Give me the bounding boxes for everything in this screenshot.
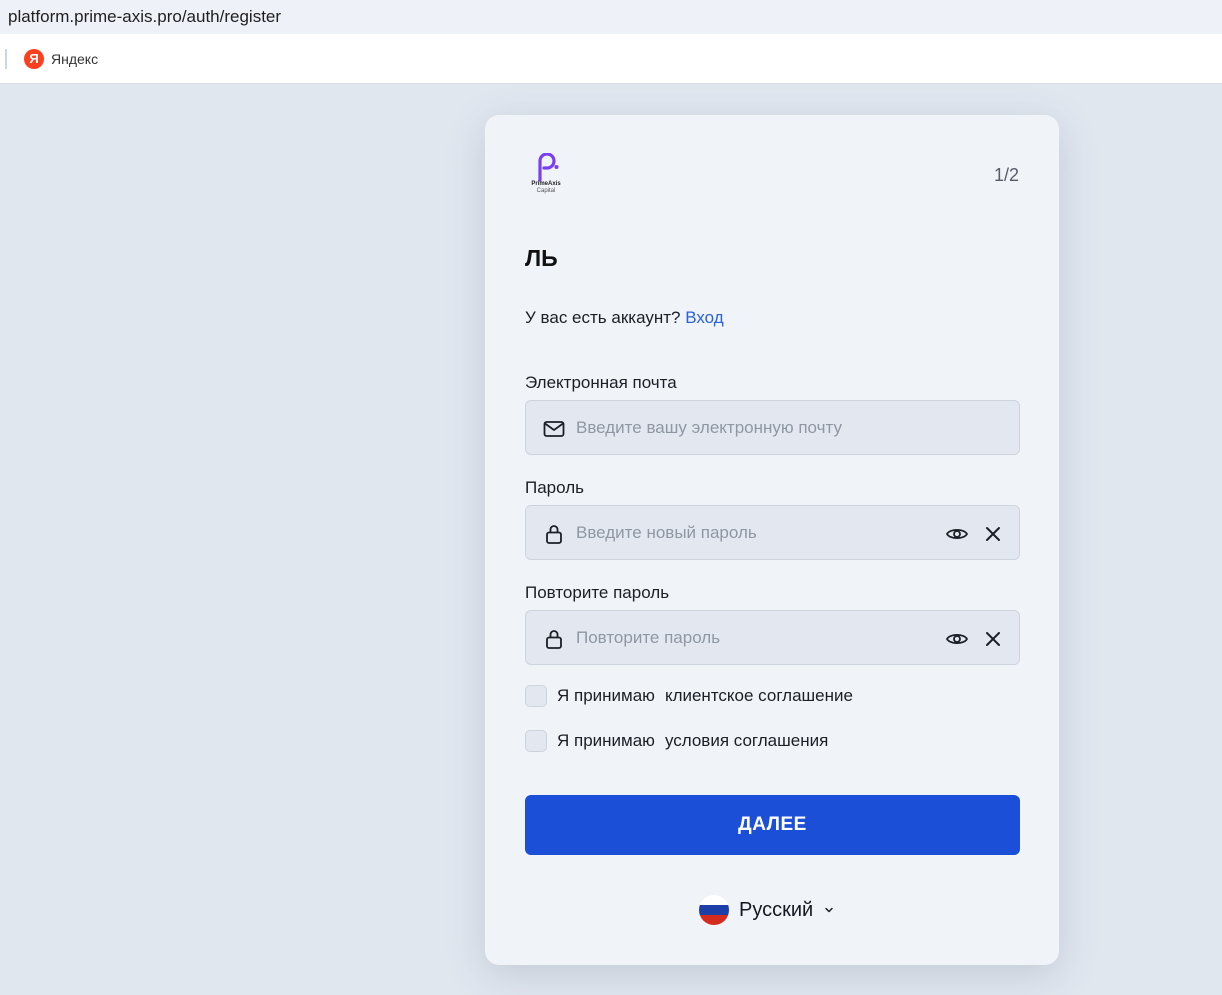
logo-mark-icon — [538, 153, 559, 182]
client-agreement-checkbox[interactable] — [525, 685, 547, 707]
register-card: PrimeAxis Capital 1/2 ЛЬ У вас есть акка… — [485, 115, 1059, 965]
client-agreement-link[interactable]: клиентское соглашение — [665, 686, 853, 706]
bookmarks-bar: Я Яндекс — [0, 34, 1222, 84]
agreement-row-client: Я принимаю клиентское соглашение — [525, 685, 853, 707]
lock-icon — [546, 525, 562, 544]
close-icon[interactable] — [981, 627, 1005, 651]
agreement-prefix: Я принимаю — [557, 731, 655, 750]
terms-agreement-link[interactable]: условия соглашения — [665, 731, 828, 751]
have-account-text: У вас есть аккаунт? — [525, 308, 681, 327]
password-field-wrapper[interactable] — [525, 505, 1020, 560]
password-repeat-field-wrapper[interactable] — [525, 610, 1020, 665]
close-icon[interactable] — [981, 522, 1005, 546]
logo-text-primeaxis: PrimeAxis — [531, 181, 561, 187]
address-bar[interactable]: platform.prime-axis.pro/auth/register — [0, 0, 1222, 34]
mail-icon — [543, 421, 565, 437]
email-label: Электронная почта — [525, 373, 677, 392]
terms-agreement-checkbox[interactable] — [525, 730, 547, 752]
step-indicator: 1/2 — [993, 165, 1019, 185]
yandex-icon: Я — [24, 48, 44, 69]
logo-text-capital: Capital — [536, 188, 556, 194]
email-input[interactable] — [576, 401, 936, 454]
next-button[interactable]: ДАЛЕЕ — [525, 795, 1020, 855]
chevron-down-icon — [825, 907, 833, 913]
language-selector[interactable]: Русский — [699, 895, 835, 925]
eye-icon[interactable] — [945, 627, 969, 651]
url-text: platform.prime-axis.pro/auth/register — [8, 7, 282, 26]
have-account-line: У вас есть аккаунт? Вход — [525, 308, 724, 328]
password-label: Пароль — [525, 478, 584, 497]
password-repeat-label: Повторите пароль — [525, 583, 670, 602]
prime-axis-logo: PrimeAxis Capital — [529, 153, 563, 197]
bookmark-yandex[interactable]: Я Яндекс — [24, 48, 99, 69]
password-input[interactable] — [576, 506, 936, 559]
form-title: ЛЬ — [525, 245, 558, 271]
bookmark-label: Яндекс — [51, 50, 99, 67]
login-link[interactable]: Вход — [685, 308, 723, 327]
language-label: Русский — [739, 898, 814, 921]
agreement-row-terms: Я принимаю условия соглашения — [525, 730, 828, 752]
password-repeat-input[interactable] — [576, 611, 936, 664]
eye-icon[interactable] — [945, 522, 969, 546]
russia-flag-icon — [699, 895, 729, 925]
lock-icon — [546, 630, 562, 649]
email-field-wrapper[interactable] — [525, 400, 1020, 455]
bookmarks-separator — [5, 48, 7, 69]
agreement-prefix: Я принимаю — [557, 686, 655, 705]
